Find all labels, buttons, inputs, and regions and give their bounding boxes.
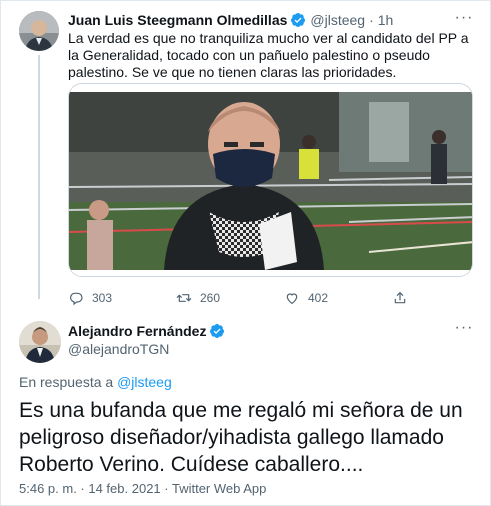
- video-player[interactable]: [68, 83, 473, 277]
- avatar[interactable]: [19, 11, 59, 51]
- reply-prefix: En respuesta a: [19, 374, 114, 390]
- like-count: 402: [308, 291, 329, 305]
- parent-tweet-header: Juan Luis Steegmann Olmedillas @jlsteeg …: [68, 11, 393, 29]
- like-icon: [286, 293, 298, 305]
- verified-badge-icon: [290, 12, 306, 28]
- author-handle[interactable]: @alejandroTGN: [68, 341, 169, 357]
- retweet-button[interactable]: 260: [176, 290, 220, 306]
- video-progress-bar[interactable]: [179, 274, 339, 276]
- tweet-thread-card: Juan Luis Steegmann Olmedillas @jlsteeg …: [0, 0, 491, 506]
- reply-button[interactable]: 303: [68, 290, 112, 306]
- parent-tweet-actions: 303 260 402: [68, 289, 428, 307]
- reply-handle-link[interactable]: @jlsteeg: [117, 374, 172, 390]
- tweet-time[interactable]: 1h: [378, 12, 394, 28]
- more-icon[interactable]: ···: [454, 10, 474, 29]
- more-icon[interactable]: ···: [454, 320, 474, 339]
- main-author: Alejandro Fernández: [68, 323, 225, 339]
- main-tweet-text: Es una bufanda que me regaló mi señora d…: [19, 399, 463, 476]
- author-handle[interactable]: @jlsteeg: [310, 12, 365, 28]
- retweet-icon: [176, 294, 192, 302]
- retweet-count: 260: [200, 291, 221, 305]
- share-icon: [394, 292, 406, 304]
- author-name[interactable]: Alejandro Fernández: [68, 323, 206, 339]
- verified-badge-icon: [209, 323, 225, 339]
- parent-tweet-text: La verdad es que no tranquiliza mucho ve…: [68, 30, 469, 80]
- share-button[interactable]: [392, 290, 416, 306]
- tweet-timestamp[interactable]: 5:46 p. m. · 14 feb. 2021 · Twitter Web …: [19, 481, 266, 496]
- like-button[interactable]: 402: [284, 290, 328, 306]
- author-name[interactable]: Juan Luis Steegmann Olmedillas: [68, 12, 287, 28]
- reply-count: 303: [92, 291, 113, 305]
- reply-context: En respuesta a @jlsteeg: [19, 374, 172, 390]
- thread-connector-line: [38, 55, 40, 299]
- separator-dot: ·: [369, 12, 374, 28]
- reply-icon: [70, 292, 83, 306]
- avatar[interactable]: [19, 321, 61, 363]
- video-frame: [69, 92, 472, 270]
